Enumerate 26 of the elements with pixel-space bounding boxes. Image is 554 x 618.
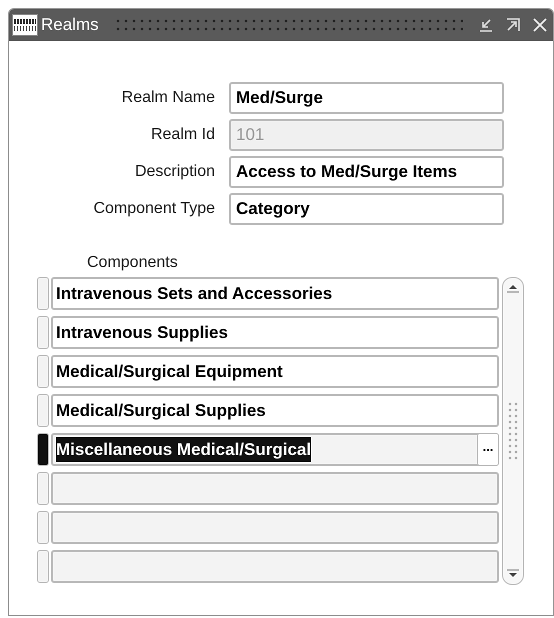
component-field[interactable]: Intravenous Supplies — [51, 316, 499, 349]
text-field[interactable]: Med/Surge — [229, 82, 504, 114]
vertical-scrollbar[interactable] — [502, 277, 524, 585]
window-title: Realms — [41, 14, 99, 36]
field-label: Realm Id — [150, 125, 216, 145]
empty-component-field[interactable] — [51, 511, 499, 544]
row-indicator[interactable] — [37, 433, 49, 466]
scroll-up-icon[interactable] — [506, 282, 520, 294]
text-field[interactable]: Category — [229, 193, 504, 225]
list-of-values-button[interactable]: ... — [477, 433, 499, 466]
section-label: Components — [87, 253, 179, 273]
component-field[interactable]: Intravenous Sets and Accessories — [51, 277, 499, 310]
component-field[interactable]: Medical/Surgical Equipment — [51, 355, 499, 388]
component-field[interactable]: Medical/Surgical Supplies — [51, 394, 499, 427]
close-icon[interactable] — [532, 17, 548, 33]
empty-component-field[interactable] — [51, 550, 499, 583]
empty-component-field[interactable] — [51, 472, 499, 505]
maximize-icon[interactable] — [505, 17, 521, 33]
scroll-down-icon[interactable] — [506, 568, 520, 580]
field-label: Description — [134, 162, 216, 182]
text-field[interactable]: Access to Med/Surge Items — [229, 156, 504, 188]
field-label: Component Type — [92, 199, 216, 219]
scroll-thumb-grip[interactable] — [507, 401, 519, 461]
app-logo-icon — [12, 14, 38, 36]
field-label: Realm Name — [120, 88, 216, 108]
minimize-icon[interactable] — [478, 17, 494, 33]
